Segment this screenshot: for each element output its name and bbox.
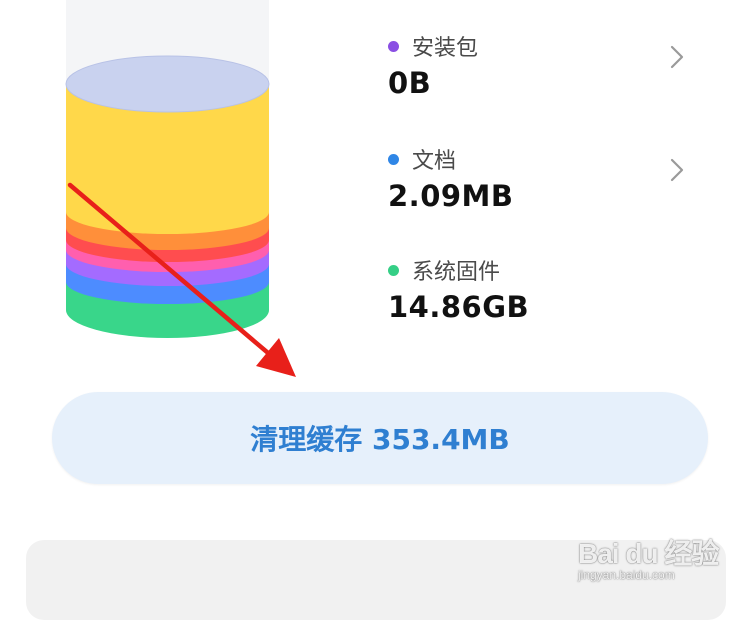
watermark-brand: Bai du 经验 bbox=[578, 538, 719, 569]
storage-cylinder bbox=[0, 0, 300, 360]
firmware-label: 系统固件 bbox=[412, 260, 501, 285]
clean-cache-label: 清理缓存 353.4MB bbox=[250, 423, 510, 456]
installer-label: 安装包 bbox=[412, 36, 479, 61]
storage-item-installer[interactable]: 安装包 0B bbox=[388, 32, 708, 100]
chevron-right-icon[interactable] bbox=[660, 153, 694, 187]
firmware-value: 14.86GB bbox=[388, 290, 530, 324]
firmware-dot-icon bbox=[388, 264, 399, 276]
storage-item-documents[interactable]: 文档 2.09MB bbox=[388, 145, 708, 213]
watermark-url: jingyan.baidu.com bbox=[578, 568, 675, 582]
documents-dot-icon bbox=[388, 153, 399, 165]
baidu-jingyan-watermark: Bai du 经验 jingyan.baidu.com bbox=[574, 518, 740, 588]
storage-item-system-firmware: 系统固件 14.86GB bbox=[388, 256, 708, 324]
documents-label: 文档 bbox=[412, 149, 457, 174]
clean-cache-button[interactable]: 清理缓存 353.4MB bbox=[52, 392, 708, 484]
chevron-right-icon[interactable] bbox=[660, 40, 694, 74]
installer-dot-icon bbox=[388, 40, 399, 52]
